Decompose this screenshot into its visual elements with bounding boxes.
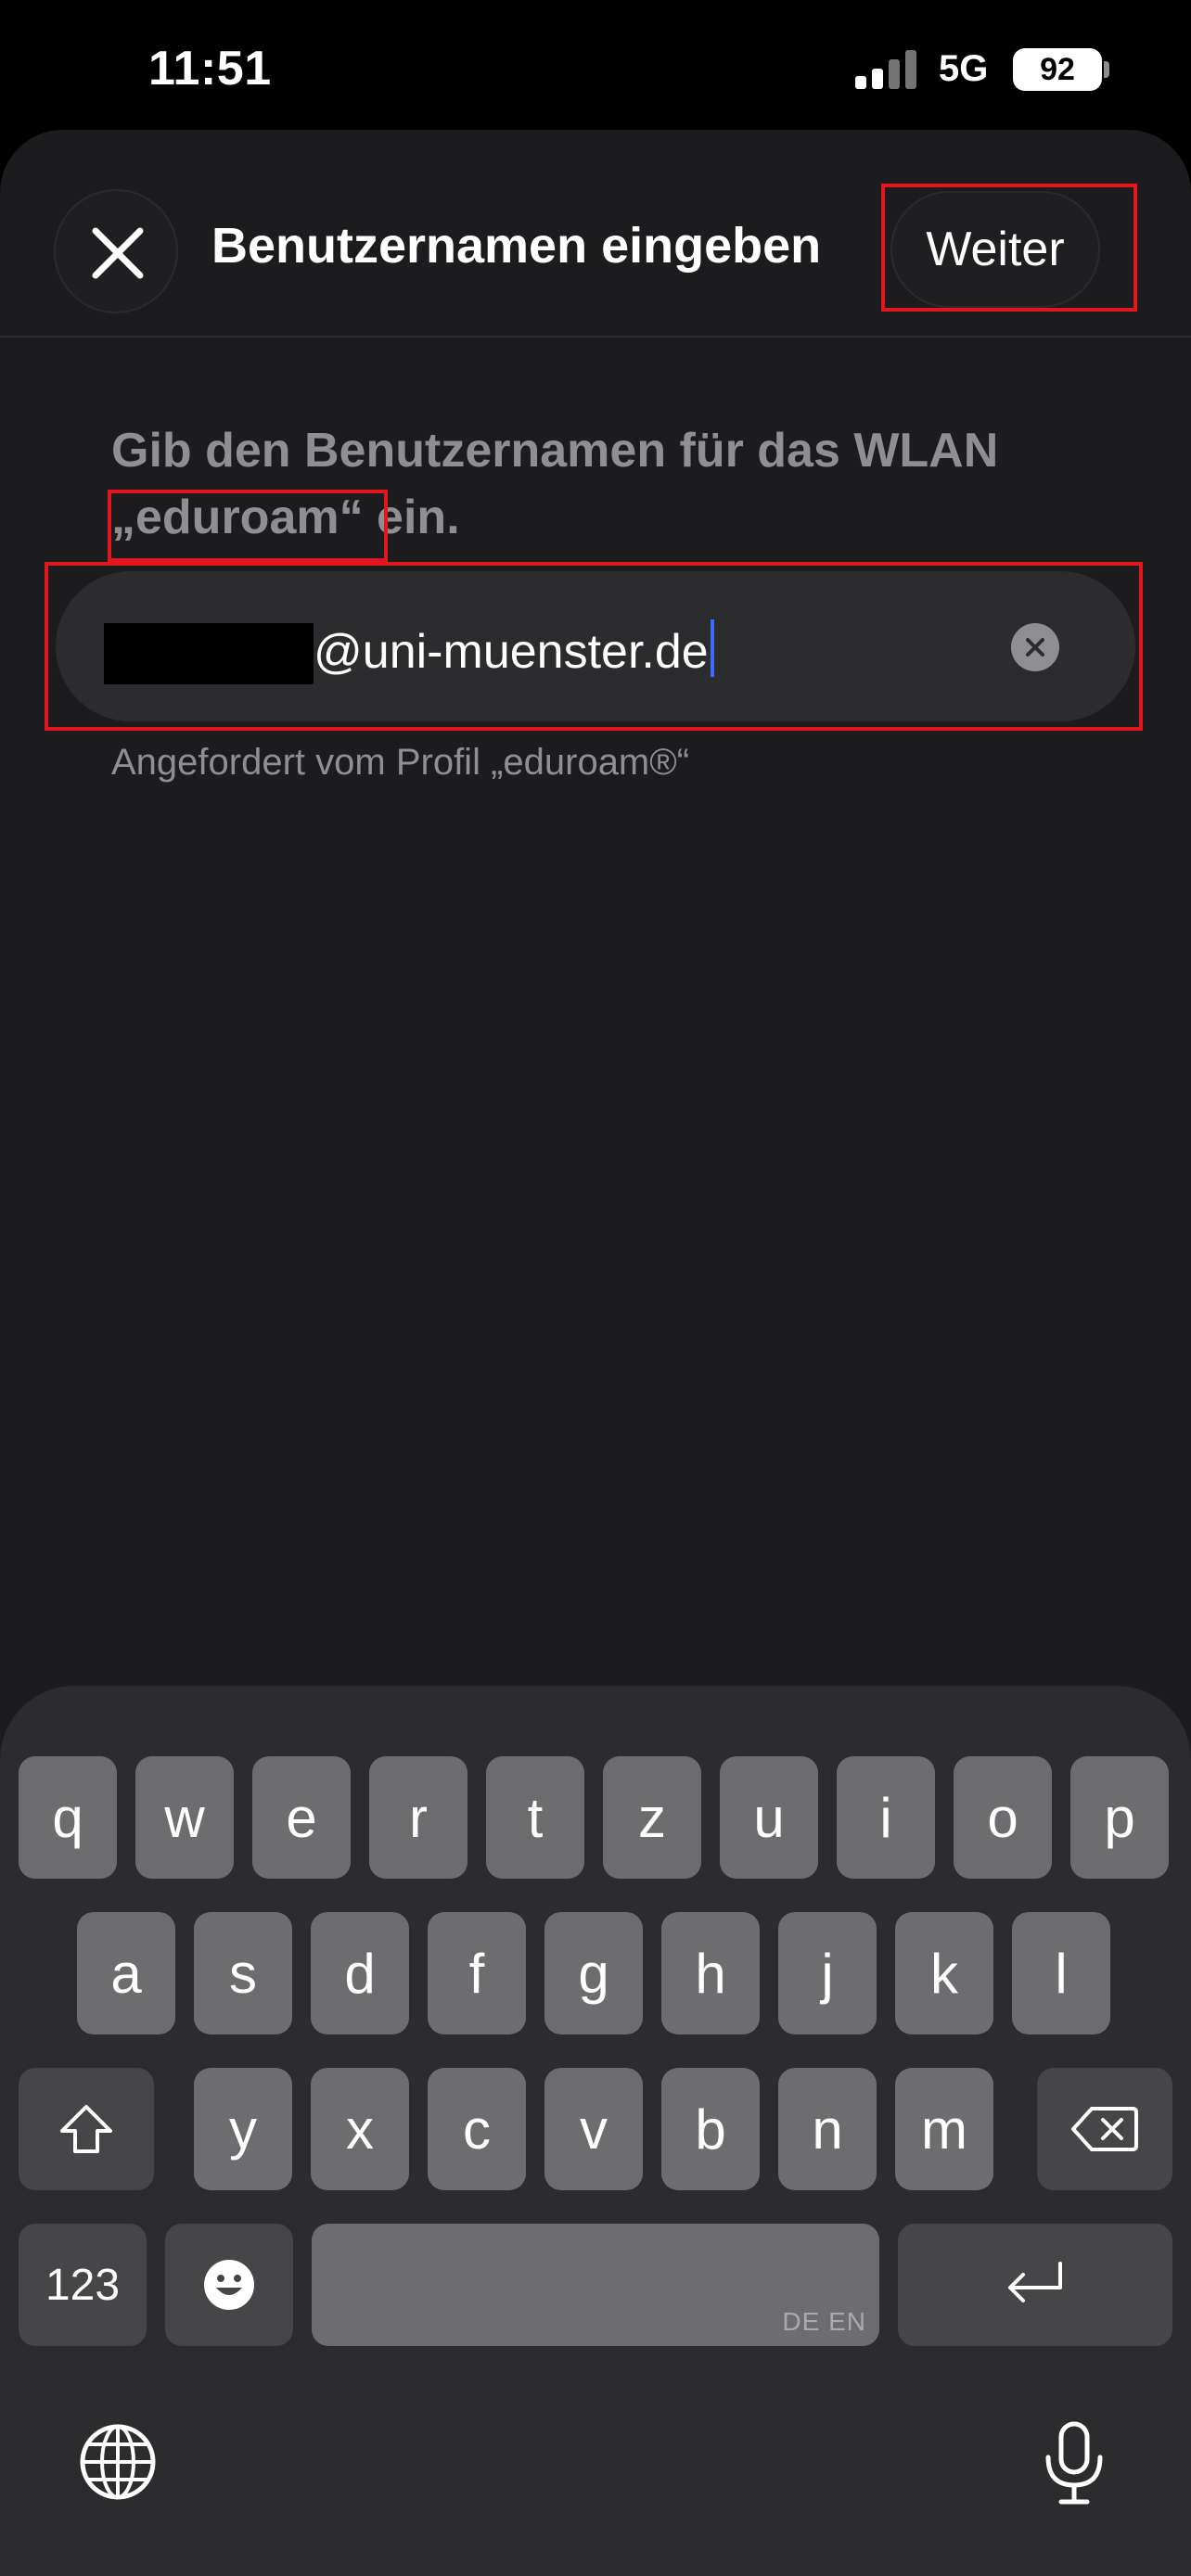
key-h[interactable]: h — [661, 1912, 760, 2034]
shift-icon — [60, 2105, 112, 2153]
key-q[interactable]: q — [19, 1756, 117, 1879]
key-c[interactable]: c — [428, 2068, 526, 2190]
emoji-key[interactable] — [165, 2224, 293, 2346]
key-s[interactable]: s — [194, 1912, 292, 2034]
key-l[interactable]: l — [1012, 1912, 1110, 2034]
key-v[interactable]: v — [544, 2068, 643, 2190]
shift-key[interactable] — [19, 2068, 154, 2190]
key-i[interactable]: i — [837, 1756, 935, 1879]
profile-subtext: Angefordert vom Profil „eduroam®“ — [111, 742, 690, 783]
return-icon — [1008, 2262, 1062, 2302]
clear-text-button[interactable] — [1011, 623, 1059, 671]
username-value: @uni-muenster.de — [314, 625, 709, 679]
status-time: 11:51 — [148, 42, 272, 96]
globe-icon[interactable] — [76, 2420, 160, 2504]
return-key[interactable] — [898, 2224, 1172, 2346]
keyboard: q w e r t z u i o p a s d f g h j k l y … — [0, 1686, 1191, 2576]
signal-icon — [855, 48, 916, 89]
prompt-end: ein. — [363, 491, 460, 544]
key-p[interactable]: p — [1070, 1756, 1169, 1879]
key-o[interactable]: o — [954, 1756, 1052, 1879]
key-b[interactable]: b — [661, 2068, 760, 2190]
prompt-text: Gib den Benutzernamen für das WLAN „eduro… — [111, 417, 1113, 551]
battery-tip — [1104, 61, 1109, 78]
key-g[interactable]: g — [544, 1912, 643, 2034]
delete-key[interactable] — [1037, 2068, 1172, 2190]
space-key[interactable]: DE EN — [312, 2224, 879, 2346]
status-bar: 11:51 5G 92 — [0, 0, 1191, 130]
clear-icon — [1026, 638, 1044, 657]
key-e[interactable]: e — [252, 1756, 351, 1879]
sheet-title: Benutzernamen eingeben — [211, 218, 822, 274]
key-u[interactable]: u — [720, 1756, 818, 1879]
key-k[interactable]: k — [895, 1912, 993, 2034]
key-t[interactable]: t — [486, 1756, 584, 1879]
text-caret — [710, 619, 714, 677]
key-r[interactable]: r — [369, 1756, 467, 1879]
key-y[interactable]: y — [194, 2068, 292, 2190]
username-input-value[interactable]: @uni-muenster.de — [314, 619, 714, 680]
next-button[interactable]: Weiter — [890, 191, 1100, 308]
key-a[interactable]: a — [77, 1912, 175, 2034]
backspace-icon — [1071, 2107, 1138, 2151]
key-z[interactable]: z — [603, 1756, 701, 1879]
battery-icon: 92 — [1013, 48, 1102, 91]
key-x[interactable]: x — [311, 2068, 409, 2190]
numbers-key[interactable]: 123 — [19, 2224, 147, 2346]
key-m[interactable]: m — [895, 2068, 993, 2190]
username-field[interactable]: @uni-muenster.de — [56, 571, 1135, 721]
network-type: 5G — [939, 48, 989, 89]
close-icon — [92, 227, 144, 279]
close-button[interactable] — [54, 189, 178, 313]
key-f[interactable]: f — [428, 1912, 526, 2034]
key-j[interactable]: j — [778, 1912, 877, 2034]
redacted-username — [104, 623, 314, 684]
emoji-icon — [204, 2260, 254, 2310]
key-w[interactable]: w — [135, 1756, 234, 1879]
prompt-network-name: „eduroam“ — [111, 491, 364, 544]
keyboard-language-indicator: DE EN — [782, 2307, 866, 2336]
microphone-icon[interactable] — [1037, 2418, 1111, 2507]
header-divider — [0, 336, 1191, 338]
key-d[interactable]: d — [311, 1912, 409, 2034]
key-n[interactable]: n — [778, 2068, 877, 2190]
prompt-lead: Gib den Benutzernamen für das WLAN — [111, 424, 999, 478]
